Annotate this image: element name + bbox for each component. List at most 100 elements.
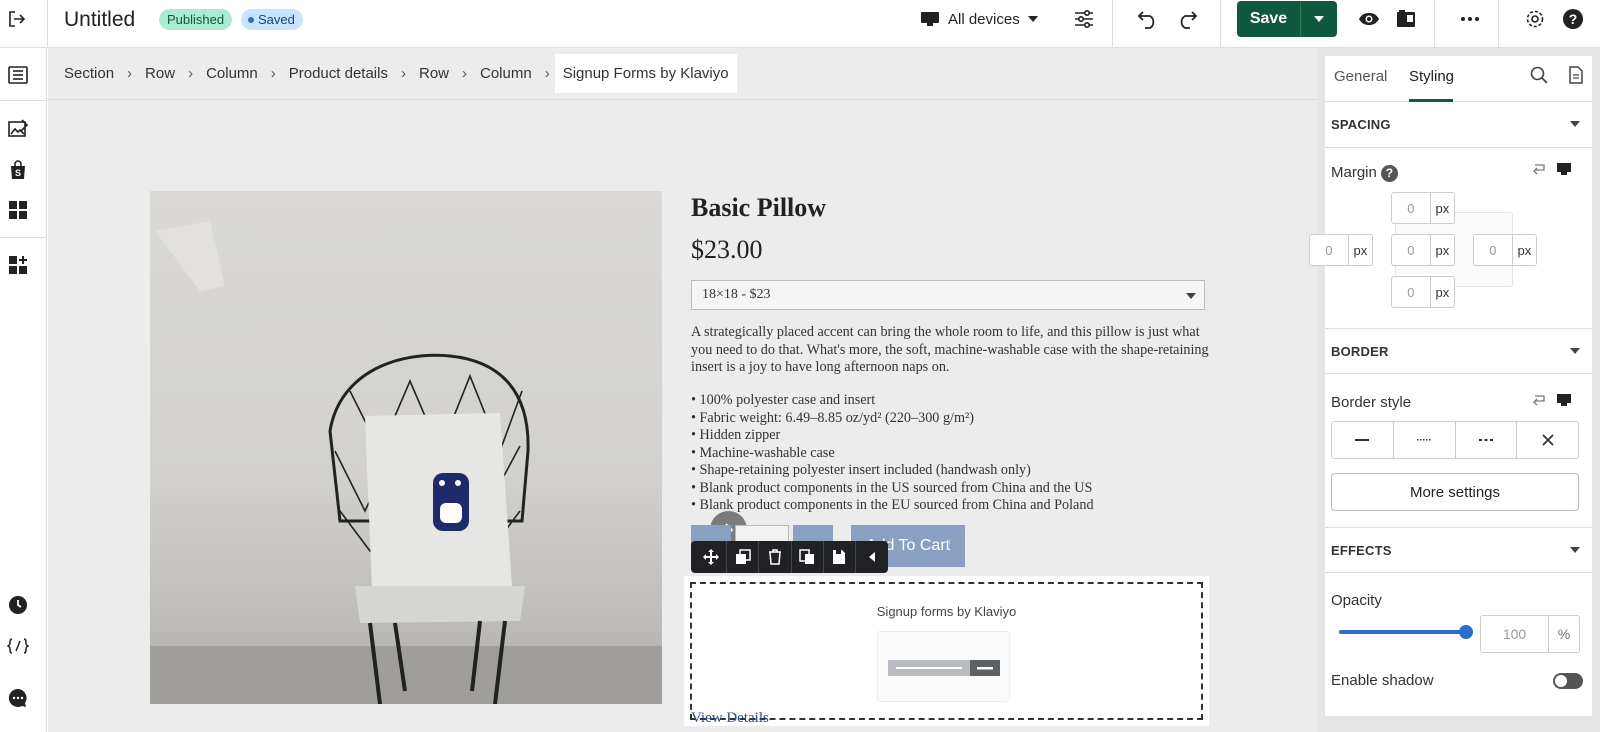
bullet-item: • 100% polyester case and insert [691, 392, 876, 408]
preview-eye-icon[interactable] [1356, 0, 1382, 38]
slider-handle[interactable] [1459, 625, 1473, 639]
border-style-label: Border style [1331, 394, 1412, 411]
exit-icon[interactable] [6, 0, 28, 38]
more-settings-button[interactable]: More settings [1331, 473, 1579, 511]
enable-shadow-label: Enable shadow [1331, 672, 1434, 689]
shopify-bag-icon[interactable]: S [0, 155, 35, 185]
effects-section-header[interactable]: EFFECTS [1325, 527, 1592, 573]
bullet-item: • Fabric weight: 6.49–8.85 oz/yd² (220–3… [691, 409, 975, 426]
margin-top-input[interactable]: 0 px [1391, 192, 1455, 224]
device-label: All devices [948, 10, 1020, 28]
tab-general[interactable]: General [1334, 68, 1387, 85]
border-style-options [1331, 421, 1579, 459]
enable-shadow-toggle[interactable] [1553, 673, 1583, 689]
product-description: A strategically placed accent can bring … [691, 324, 1209, 375]
move-icon[interactable] [695, 541, 728, 573]
delete-icon[interactable] [759, 541, 792, 573]
page-preview: Basic Pillow $23.00 18×18 - $23 A strate… [48, 101, 1318, 732]
signup-form-placeholder-icon [877, 631, 1010, 702]
document-icon[interactable] [1569, 66, 1583, 84]
history-clock-icon[interactable] [0, 590, 35, 620]
opacity-slider[interactable] [1339, 625, 1473, 639]
product-bullets: • 100% polyester case and insert • Fabri… [691, 392, 1221, 515]
breadcrumb-item-row[interactable]: Row › [145, 65, 206, 82]
link-reset-icon[interactable] [1532, 163, 1546, 175]
chevron-right-icon: › [270, 65, 276, 82]
spacing-section-header[interactable]: SPACING [1325, 102, 1592, 148]
sections-grid-icon[interactable] [0, 195, 35, 225]
editor-window: Untitled Published Saved All devices Sav… [0, 0, 1600, 732]
layers-list-icon[interactable] [0, 60, 35, 90]
border-dashed-icon[interactable] [1456, 422, 1518, 458]
desktop-icon [921, 12, 939, 26]
border-dotted-icon[interactable] [1394, 422, 1456, 458]
margin-label: Margin? [1331, 164, 1398, 182]
bullet-item: • Blank product components in the US sou… [691, 479, 1093, 496]
border-none-icon[interactable] [1517, 422, 1578, 458]
saved-text: Saved [258, 12, 295, 27]
more-options-icon[interactable] [1458, 0, 1482, 38]
signup-block-label: Signup forms by Klaviyo [876, 604, 1017, 619]
help-circle-icon[interactable]: ? [1380, 164, 1398, 182]
chevron-down-icon [1314, 16, 1324, 22]
product-title: Basic Pillow [691, 193, 827, 222]
toggle-knob [1555, 675, 1567, 687]
top-bar: Untitled Published Saved All devices Sav… [0, 0, 1600, 48]
chat-icon[interactable] [0, 683, 35, 713]
block-toolbar [691, 541, 888, 573]
settings-gear-icon[interactable] [1523, 0, 1547, 38]
opacity-input[interactable]: 100% [1480, 615, 1580, 653]
chevron-down-icon [1027, 16, 1038, 22]
bullet-item: • Shape-retaining polyester insert inclu… [691, 462, 1031, 478]
bullet-item: • Machine-washable case [691, 444, 835, 461]
chevron-right-icon: › [544, 65, 550, 82]
device-selector[interactable]: All devices [920, 0, 1038, 38]
status-dot-icon [248, 16, 254, 23]
filter-settings-icon[interactable] [1072, 0, 1096, 38]
code-editor-icon[interactable] [0, 631, 35, 661]
variant-value: 18×18 - $23 [702, 287, 771, 302]
breadcrumb-item-column[interactable]: Column › [206, 65, 289, 82]
border-solid-icon[interactable] [1332, 422, 1394, 458]
view-details-link[interactable]: View Details [691, 710, 769, 727]
klaviyo-signup-block[interactable]: Signup forms by Klaviyo [684, 576, 1209, 726]
svg-text:?: ? [1569, 11, 1578, 27]
copy-icon[interactable] [792, 541, 824, 573]
margin-left-input[interactable]: 0 px [1309, 234, 1373, 266]
collapse-toolbar-icon[interactable] [856, 541, 888, 573]
media-icon[interactable] [1394, 0, 1418, 38]
chevron-right-icon: › [400, 65, 406, 82]
add-apps-icon[interactable] [0, 250, 35, 280]
search-icon[interactable] [1530, 66, 1548, 84]
margin-bottom-input[interactable]: 0 px [1391, 276, 1455, 308]
images-icon[interactable] [0, 114, 35, 144]
help-icon[interactable]: ? [1561, 0, 1585, 38]
chair-pillow-illustration [150, 221, 662, 704]
left-rail: S [0, 48, 47, 732]
redo-icon[interactable] [1175, 0, 1199, 38]
styling-panel: General Styling SPACING Margin? 0 px 0 px … [1309, 56, 1592, 716]
breadcrumb-item-current[interactable]: Signup Forms by Klaviyo [554, 54, 737, 93]
save-block-icon[interactable] [824, 541, 856, 573]
desktop-icon[interactable] [1556, 162, 1572, 176]
border-controls [1532, 393, 1572, 407]
breadcrumb-item-product-details[interactable]: Product details › [289, 65, 419, 82]
duplicate-icon[interactable] [727, 541, 760, 573]
breadcrumb-item-row-2[interactable]: Row › [419, 65, 480, 82]
product-image[interactable] [150, 191, 747, 704]
chevron-right-icon: › [127, 65, 133, 82]
link-reset-icon[interactable] [1532, 394, 1546, 406]
margin-center-input[interactable]: 0 px [1391, 234, 1455, 266]
breadcrumb-item-column-2[interactable]: Column › [480, 65, 563, 82]
breadcrumb-item-section[interactable]: Section › [64, 65, 145, 82]
margin-right-input[interactable]: 0 px [1473, 234, 1537, 266]
variant-select[interactable]: 18×18 - $23 [691, 280, 1205, 310]
save-button[interactable]: Save [1237, 1, 1300, 37]
saved-badge: Saved [241, 9, 303, 30]
desktop-icon[interactable] [1556, 393, 1572, 407]
undo-icon[interactable] [1136, 0, 1160, 38]
border-section-header[interactable]: BORDER [1325, 328, 1592, 374]
page-title[interactable]: Untitled [64, 8, 135, 32]
save-options-button[interactable] [1300, 1, 1337, 37]
tab-styling[interactable]: Styling [1409, 68, 1454, 85]
